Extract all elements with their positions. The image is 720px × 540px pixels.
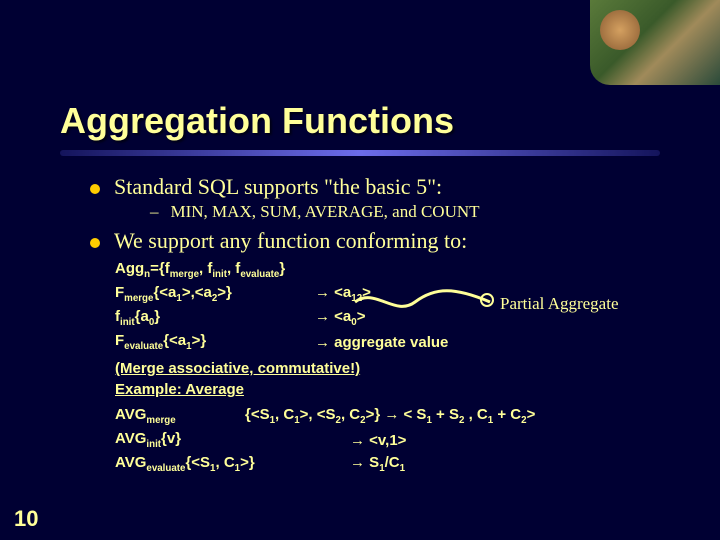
bullet-dot-icon — [90, 238, 100, 248]
avg-init-line: AVGinit{v} → <v,1> — [115, 430, 660, 450]
avg-init-right: → <v,1> — [350, 432, 406, 449]
annotation-text: Partial Aggregate — [500, 294, 619, 314]
avg-eval-line: AVGevaluate{<S1, C1>} → S1/C1 — [115, 454, 660, 474]
header-decoration — [590, 0, 720, 85]
avg-eval-left: AVGevaluate{<S1, C1>} — [115, 454, 350, 474]
agg-definition: Aggn={fmerge, finit, fevaluate} — [115, 260, 660, 280]
arrow-squiggle-icon — [350, 282, 500, 322]
bullet-text: MIN, MAX, SUM, AVERAGE, and COUNT — [171, 202, 480, 222]
fmerge-left: Fmerge{<a1>,<a2>} — [115, 284, 315, 304]
bullet-level2: – MIN, MAX, SUM, AVERAGE, and COUNT — [150, 202, 660, 222]
dash-icon: – — [150, 202, 159, 222]
avg-merge-right: {<S1, C1>, <S2, C2>} → < S1 + S2 , C1 + … — [245, 406, 535, 426]
avg-init-left: AVGinit{v} — [115, 430, 350, 450]
page-title: Aggregation Functions — [60, 100, 660, 142]
feval-right: → aggregate value — [315, 334, 448, 351]
bullet-level1: Standard SQL supports "the basic 5": — [90, 174, 660, 200]
feval-line: Fevaluate{<a1>} → aggregate value — [115, 332, 660, 352]
page-number: 10 — [14, 506, 38, 532]
avg-merge-line: AVGmerge {<S1, C1>, <S2, C2>} → < S1 + S… — [115, 406, 660, 426]
avg-eval-right: → S1/C1 — [350, 454, 405, 474]
bullet-text: We support any function conforming to: — [114, 228, 467, 254]
merge-note: (Merge associative, commutative!) — [115, 360, 660, 377]
avg-merge-left: AVGmerge — [115, 406, 245, 426]
bullet-text: Standard SQL supports "the basic 5": — [114, 174, 442, 200]
title-underline — [60, 150, 660, 156]
feval-left: Fevaluate{<a1>} — [115, 332, 315, 352]
finit-left: finit{a0} — [115, 308, 315, 328]
bullet-dot-icon — [90, 184, 100, 194]
example-label: Example: Average — [115, 381, 660, 398]
bullet-level1: We support any function conforming to: — [90, 228, 660, 254]
